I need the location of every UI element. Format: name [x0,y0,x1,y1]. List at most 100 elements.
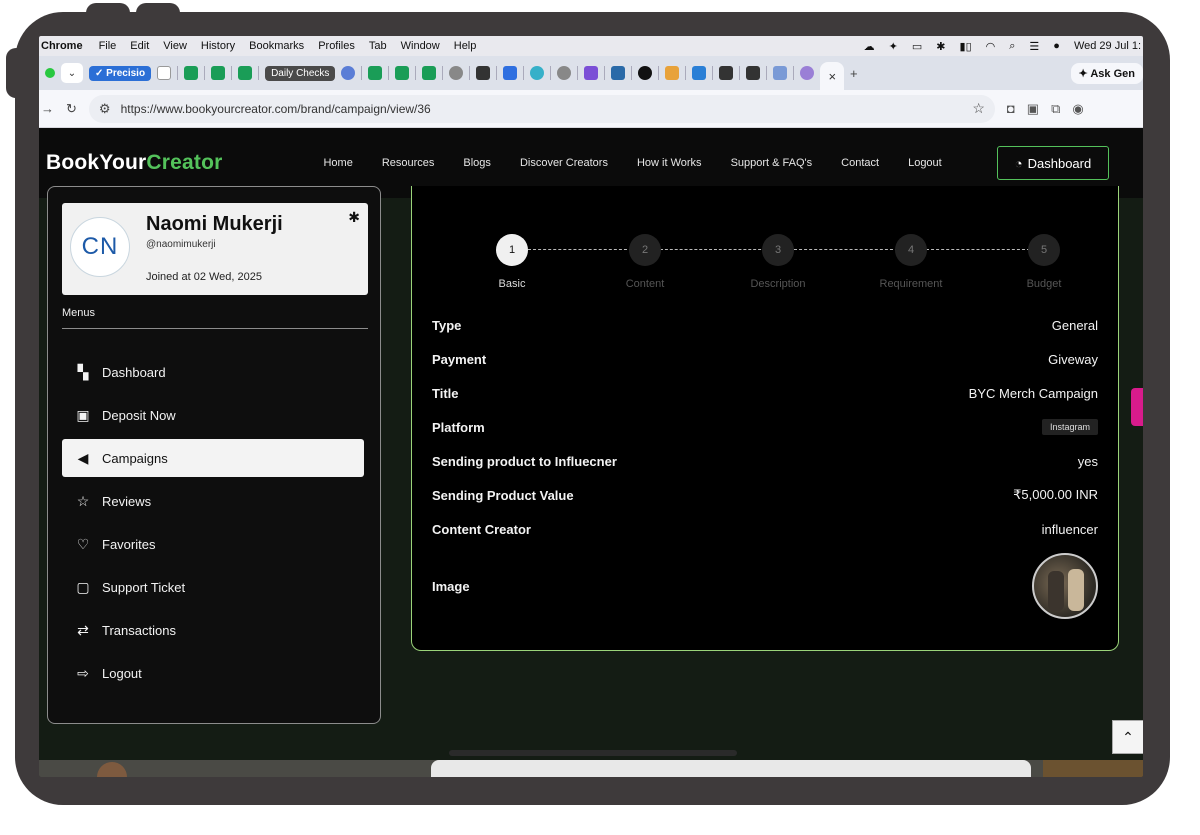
menu-view[interactable]: View [163,40,187,52]
tab-favicon[interactable] [611,66,626,80]
tab-favicon[interactable] [341,66,356,80]
nav-blogs[interactable]: Blogs [463,157,491,169]
tab-favicon[interactable] [449,66,464,80]
bookmark-star-icon[interactable]: ☆ [972,100,985,117]
sidebar-item-campaigns[interactable]: ◀ Campaigns [62,439,364,477]
background-app-strip [39,760,1143,777]
tab-favicon[interactable] [422,66,437,80]
ask-gemini-tab[interactable]: ✦ Ask Gen [1070,62,1143,84]
extension-icon[interactable]: ▣ [1027,101,1039,117]
scrollbar[interactable] [449,750,737,756]
sidebar-item-favorites[interactable]: ♡ Favorites [62,525,364,563]
step-description[interactable]: 3 Description [738,234,818,290]
logout-icon: ⇨ [77,664,89,681]
sidebar-item-logout[interactable]: ⇨ Logout [62,654,364,692]
menu-profiles[interactable]: Profiles [318,40,355,52]
cloud-icon[interactable]: ☁ [864,40,875,53]
tab-favicon[interactable] [211,66,226,80]
step-requirement[interactable]: 4 Requirement [871,234,951,290]
control-center-icon[interactable]: ☰ [1029,40,1039,53]
step-label: Basic [498,278,526,290]
forward-icon[interactable]: → [41,101,54,116]
sparkle-icon[interactable]: ✦ [889,40,898,53]
side-feedback-tab[interactable] [1131,388,1143,426]
bluetooth-icon[interactable]: ✱ [936,40,945,53]
detail-row-image: Image [432,546,1098,626]
active-tab-close-icon[interactable]: × [820,62,845,90]
nav-discover-creators[interactable]: Discover Creators [520,157,608,169]
tab-favicon[interactable] [719,66,734,80]
background-photo [1043,760,1143,777]
nav-contact[interactable]: Contact [841,157,879,169]
tab-favicon[interactable] [395,66,410,80]
tab-favicon[interactable] [503,66,518,80]
camera-extension-icon[interactable]: ◘ [1007,101,1015,116]
battery-icon[interactable]: ▮▯ [960,40,972,53]
tab-favicon[interactable] [746,66,761,80]
display-icon[interactable]: ▭ [912,40,922,53]
tab-favicon[interactable] [584,66,599,80]
step-label: Budget [1026,278,1062,290]
tab-search-icon[interactable]: ⌄ [61,63,83,83]
window-zoom-button[interactable] [45,68,55,78]
tab-group-precisio[interactable]: ✓ Precisio [89,65,152,81]
address-bar[interactable]: ⚙ https://www.bookyourcreator.com/brand/… [88,94,995,123]
nav-how-it-works[interactable]: How it Works [637,157,702,169]
menu-window[interactable]: Window [401,40,440,52]
tab-divider [739,66,741,80]
tab-group-daily-checks[interactable]: Daily Checks [265,65,336,81]
hardware-button [86,3,130,23]
scroll-to-top-button[interactable]: ⌃ [1112,720,1143,754]
puzzle-extension-icon[interactable]: ⧉ [1051,101,1060,117]
reload-icon[interactable]: ↻ [66,101,77,117]
tab-favicon[interactable] [665,66,680,80]
menu-bookmarks[interactable]: Bookmarks [249,40,304,52]
sidebar-item-transactions[interactable]: ⇄ Transactions [62,611,364,649]
gear-icon[interactable]: ✱ [348,209,360,226]
nav-logout[interactable]: Logout [908,157,942,169]
tab-favicon[interactable] [773,66,788,80]
app-menu[interactable]: Chrome [39,40,83,52]
detail-value: Giveway [1048,351,1098,367]
url-text[interactable]: https://www.bookyourcreator.com/brand/ca… [121,102,431,116]
nav-home[interactable]: Home [323,157,352,169]
step-basic[interactable]: 1 Basic [472,234,552,290]
dashboard-button[interactable]: ◔ Dashboard [997,146,1109,180]
menu-file[interactable]: File [99,40,117,52]
sidebar-item-dashboard[interactable]: ▚ Dashboard [62,353,364,391]
tab-favicon[interactable] [238,66,253,80]
tab-favicon[interactable] [476,66,491,80]
nav-resources[interactable]: Resources [382,157,435,169]
menu-edit[interactable]: Edit [130,40,149,52]
siri-icon[interactable]: ● [1053,40,1060,52]
campaign-detail-panel: 1 Basic 2 Content 3 Description 4 Requir… [411,186,1119,651]
sidebar-item-deposit-now[interactable]: ▣ Deposit Now [62,396,364,434]
menu-help[interactable]: Help [454,40,477,52]
new-tab-button[interactable]: + [850,66,858,81]
tab-favicon[interactable] [638,66,653,80]
tab-favicon[interactable] [557,66,572,80]
tab-favicon[interactable] [530,66,545,80]
site-settings-icon[interactable]: ⚙ [99,101,111,117]
wifi-icon[interactable]: ◠ [986,40,996,53]
step-budget[interactable]: 5 Budget [1004,234,1084,290]
clock-text[interactable]: Wed 29 Jul 1: [1074,40,1141,52]
menu-history[interactable]: History [201,40,235,52]
step-number: 5 [1028,234,1060,266]
sidebar-menu: ▚ Dashboard ▣ Deposit Now ◀ Campaigns ☆ … [62,353,364,697]
avatar[interactable]: CN [70,217,130,277]
profile-avatar-icon[interactable]: ◉ [1072,101,1083,117]
search-icon[interactable]: ⌕ [1009,40,1015,53]
tab-favicon[interactable] [692,66,707,80]
menu-tab[interactable]: Tab [369,40,387,52]
site-logo[interactable]: BookYourCreator [46,151,222,175]
tab-favicon[interactable] [157,66,172,80]
tab-favicon[interactable] [800,66,815,80]
step-content[interactable]: 2 Content [605,234,685,290]
campaign-image-thumbnail[interactable] [1032,553,1098,619]
sidebar-item-reviews[interactable]: ☆ Reviews [62,482,364,520]
tab-favicon[interactable] [184,66,199,80]
sidebar-item-support-ticket[interactable]: ▢ Support Ticket [62,568,364,606]
nav-support-faq[interactable]: Support & FAQ's [731,157,813,169]
tab-favicon[interactable] [368,66,383,80]
